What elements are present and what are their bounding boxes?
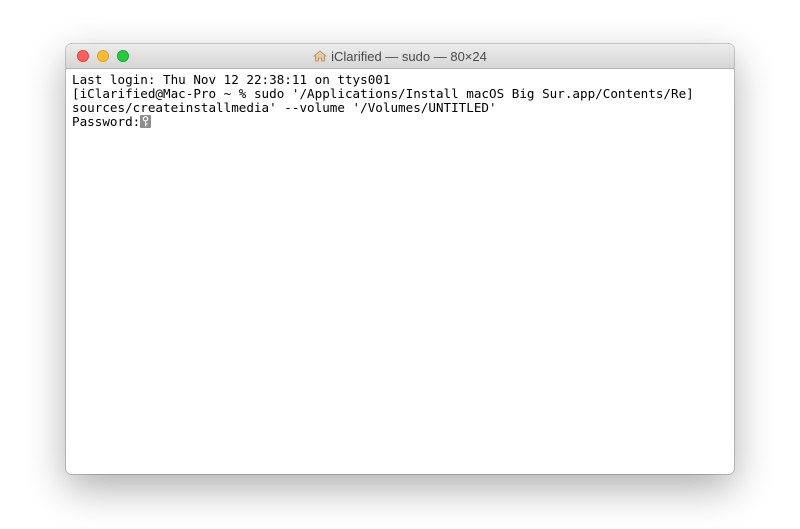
terminal-line: sources/createinstallmedia' --volume '/V… (72, 101, 497, 115)
terminal-window: iClarified — sudo — 80×24 Last login: Th… (66, 44, 734, 474)
title-bar[interactable]: iClarified — sudo — 80×24 (66, 44, 734, 69)
home-icon (313, 50, 328, 62)
password-prompt-line[interactable]: Password: (72, 115, 728, 129)
key-icon (140, 115, 152, 128)
window-title: iClarified — sudo — 80×24 (66, 44, 734, 69)
terminal-line: Last login: Thu Nov 12 22:38:11 on ttys0… (72, 73, 391, 87)
window-title-text: iClarified — sudo — 80×24 (331, 49, 487, 64)
terminal-output[interactable]: Last login: Thu Nov 12 22:38:11 on ttys0… (66, 69, 734, 474)
terminal-line: [iClarified@Mac-Pro ~ % sudo '/Applicati… (72, 87, 694, 101)
password-prompt: Password: (72, 115, 141, 129)
